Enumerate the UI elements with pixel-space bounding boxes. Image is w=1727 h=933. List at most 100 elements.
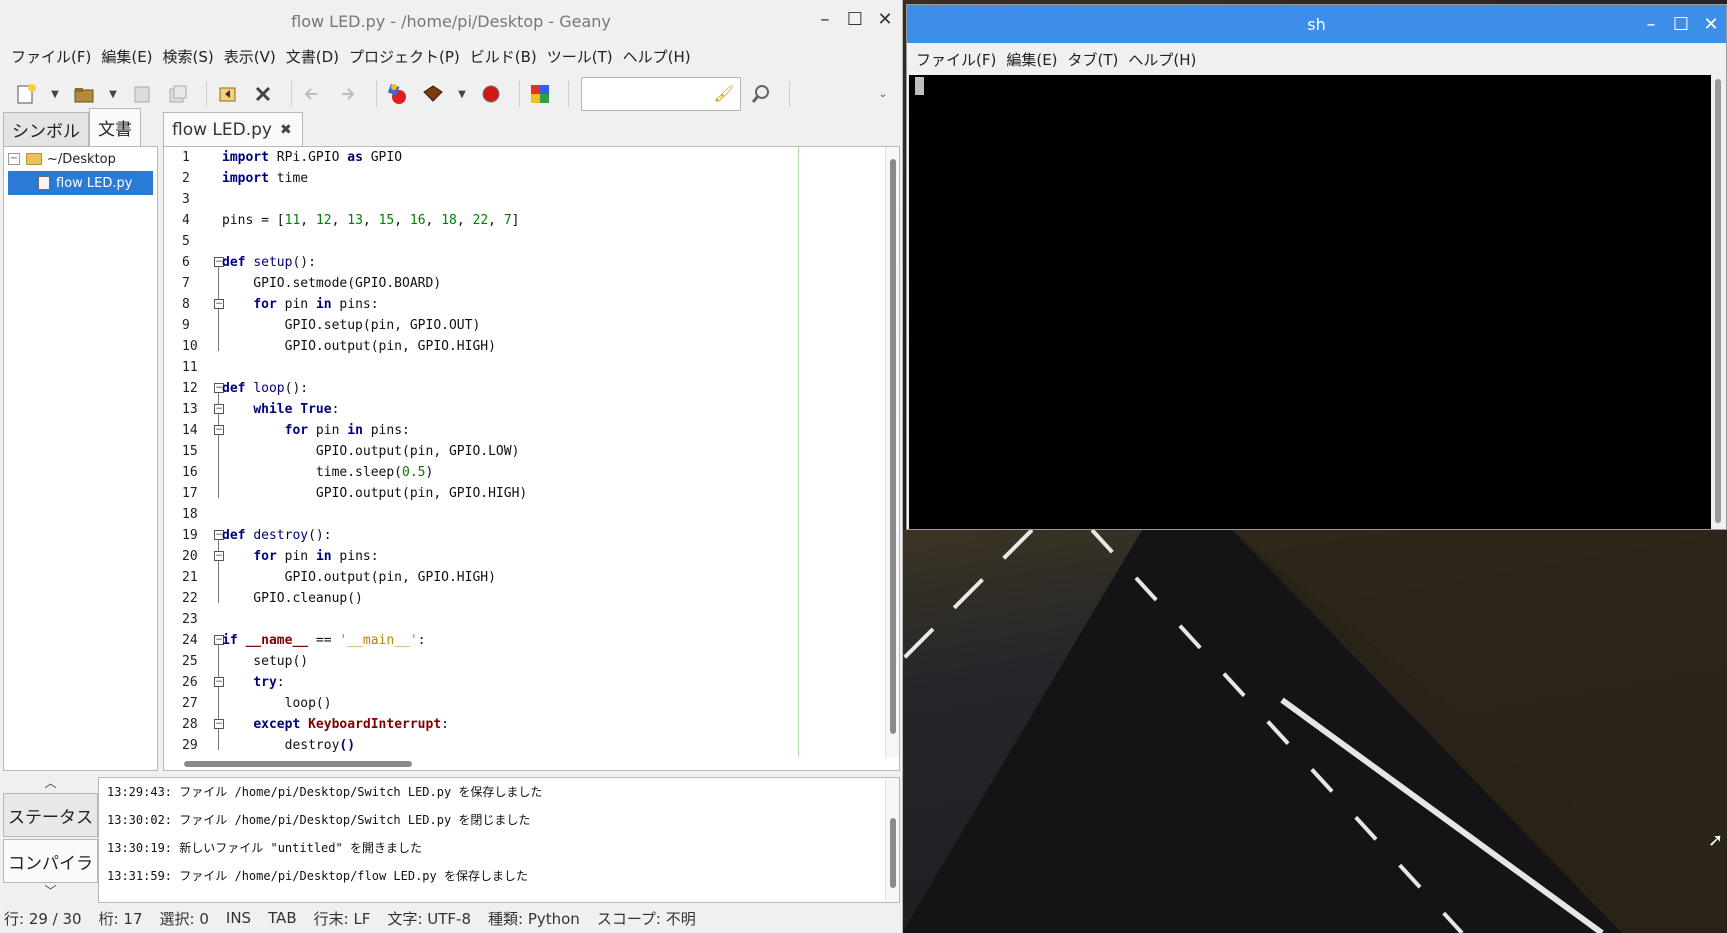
close-file-icon[interactable] xyxy=(249,80,277,108)
line-number: 25 xyxy=(182,654,198,669)
terminal-scrollbar[interactable] xyxy=(1712,75,1724,529)
code-area[interactable]: import RPi.GPIO as GPIO import time pins… xyxy=(222,147,883,757)
tab-label: flow LED.py xyxy=(172,119,272,140)
minimize-icon[interactable]: – xyxy=(1642,14,1660,35)
line-number: 9 xyxy=(182,318,190,333)
editor-horizontal-scrollbar[interactable] xyxy=(163,757,900,771)
list-item: 13:30:02: ファイル /home/pi/Desktop/Switch L… xyxy=(107,813,531,827)
code-line: destroy() xyxy=(222,738,356,753)
chevron-down-icon[interactable]: ▼ xyxy=(106,89,120,100)
collapse-icon[interactable]: − xyxy=(8,153,20,165)
status-scope: スコープ: 不明 xyxy=(596,909,696,928)
tab-documents[interactable]: 文書 xyxy=(89,108,141,146)
chevron-down-icon[interactable]: ▼ xyxy=(48,89,62,100)
menu-edit[interactable]: 編集(E) xyxy=(98,46,159,67)
long-line-marker xyxy=(798,147,799,757)
run-icon[interactable] xyxy=(477,80,505,108)
chevron-up-icon[interactable]: ︿ xyxy=(3,775,98,791)
terminal-titlebar[interactable]: sh – ☐ ✕ xyxy=(907,5,1726,43)
menu-file[interactable]: ファイル(F) xyxy=(913,49,1003,70)
line-number: 6 xyxy=(182,255,190,270)
find-icon[interactable] xyxy=(747,80,775,108)
scroll-thumb[interactable] xyxy=(890,818,896,888)
tab-symbols[interactable]: シンボル xyxy=(3,112,89,146)
tree-file-row[interactable]: flow LED.py xyxy=(8,171,153,195)
menu-edit[interactable]: 編集(E) xyxy=(1003,49,1064,70)
folder-icon xyxy=(26,153,42,165)
code-line: if __name__ == '__main__': xyxy=(222,633,426,648)
code-line: pins = [11, 12, 13, 15, 16, 18, 22, 7] xyxy=(222,213,520,228)
line-number-gutter: 1 2 3 4 5 6 7 8 9 10 11 12 13 14 15 16 17 18 19 20 21 22 23 24 2… xyxy=(164,147,212,757)
line-number: 27 xyxy=(182,696,198,711)
tab-status[interactable]: ステータス xyxy=(3,793,98,837)
file-label: flow LED.py xyxy=(56,175,133,191)
search-input[interactable]: 🖌 xyxy=(581,77,741,111)
chevron-down-icon[interactable]: ▼ xyxy=(455,89,469,100)
scroll-thumb[interactable] xyxy=(1715,79,1721,523)
open-file-icon[interactable] xyxy=(70,80,98,108)
menu-project[interactable]: プロジェクト(P) xyxy=(346,46,467,67)
tab-flow-led[interactable]: flow LED.py ✖ xyxy=(163,112,303,146)
menu-tools[interactable]: ツール(T) xyxy=(544,46,620,67)
status-line: 行: 29 / 30 xyxy=(4,909,82,928)
save-icon[interactable] xyxy=(128,80,156,108)
maximize-icon[interactable]: ☐ xyxy=(1672,14,1690,35)
chevron-down-icon[interactable]: ⌄ xyxy=(876,89,890,100)
menu-help[interactable]: ヘルプ(H) xyxy=(1125,49,1203,70)
code-line: except KeyboardInterrupt: xyxy=(253,717,449,732)
terminal-window: sh – ☐ ✕ ファイル(F) 編集(E) タブ(T) ヘルプ(H) xyxy=(906,4,1727,530)
line-number: 2 xyxy=(182,171,190,186)
sidebar-tabs: シンボル 文書 xyxy=(3,108,158,146)
terminal-screen[interactable] xyxy=(909,75,1711,529)
toolbar-separator xyxy=(568,81,569,107)
code-line: def setup(): xyxy=(222,255,316,270)
compile-icon[interactable] xyxy=(383,80,411,108)
editor-vertical-scrollbar[interactable] xyxy=(885,147,899,757)
fold-line xyxy=(218,729,219,750)
list-item: 13:31:59: ファイル /home/pi/Desktop/flow LED… xyxy=(107,869,528,883)
menu-build[interactable]: ビルド(B) xyxy=(467,46,544,67)
code-editor[interactable]: 1 2 3 4 5 6 7 8 9 10 11 12 13 14 15 16 17 18 19 20 21 22 23 24 2… xyxy=(163,146,900,758)
tree-folder-row[interactable]: − ~/Desktop xyxy=(4,147,157,171)
clear-search-icon[interactable]: 🖌 xyxy=(714,84,734,103)
line-number: 28 xyxy=(182,717,198,732)
fold-line xyxy=(218,561,219,582)
scroll-thumb[interactable] xyxy=(184,761,412,767)
menu-search[interactable]: 検索(S) xyxy=(160,46,221,67)
status-message-list: 13:29:43: ファイル /home/pi/Desktop/Switch L… xyxy=(98,777,900,903)
status-encoding: 文字: UTF-8 xyxy=(387,909,471,928)
minimize-icon[interactable]: – xyxy=(816,9,834,30)
close-icon[interactable]: ✕ xyxy=(876,9,894,30)
chevron-down-icon[interactable]: ﹀ xyxy=(3,883,98,899)
close-tab-icon[interactable]: ✖ xyxy=(280,122,292,138)
menu-help[interactable]: ヘルプ(H) xyxy=(620,46,698,67)
code-line: for pin in pins: xyxy=(284,423,410,438)
color-chooser-icon[interactable] xyxy=(526,80,554,108)
close-icon[interactable]: ✕ xyxy=(1702,14,1720,35)
maximize-icon[interactable]: ☐ xyxy=(846,9,864,30)
statusbar: 行: 29 / 30 桁: 17 選択: 0 INS TAB 行末: LF 文字… xyxy=(0,903,903,933)
toolbar-separator xyxy=(519,81,520,107)
back-icon[interactable] xyxy=(298,80,326,108)
menu-view[interactable]: 表示(V) xyxy=(221,46,283,67)
save-all-icon[interactable] xyxy=(164,80,192,108)
line-number: 16 xyxy=(182,465,198,480)
status-filetype: 種類: Python xyxy=(488,909,580,928)
line-number: 22 xyxy=(182,591,198,606)
scroll-thumb[interactable] xyxy=(890,159,896,734)
message-scrollbar[interactable] xyxy=(885,778,899,902)
code-line: for pin in pins: xyxy=(253,549,379,564)
menu-tabs[interactable]: タブ(T) xyxy=(1065,49,1126,70)
new-file-icon[interactable] xyxy=(12,80,40,108)
line-number: 21 xyxy=(182,570,198,585)
toolbar-separator xyxy=(291,81,292,107)
forward-icon[interactable] xyxy=(334,80,362,108)
menu-document[interactable]: 文書(D) xyxy=(283,46,346,67)
menu-file[interactable]: ファイル(F) xyxy=(8,46,98,67)
tab-compiler[interactable]: コンパイラ xyxy=(3,839,98,883)
build-icon[interactable] xyxy=(419,80,447,108)
status-selection: 選択: 0 xyxy=(159,909,209,928)
revert-icon[interactable] xyxy=(213,80,241,108)
geany-titlebar[interactable]: flow LED.py - /home/pi/Desktop - Geany –… xyxy=(0,0,902,42)
